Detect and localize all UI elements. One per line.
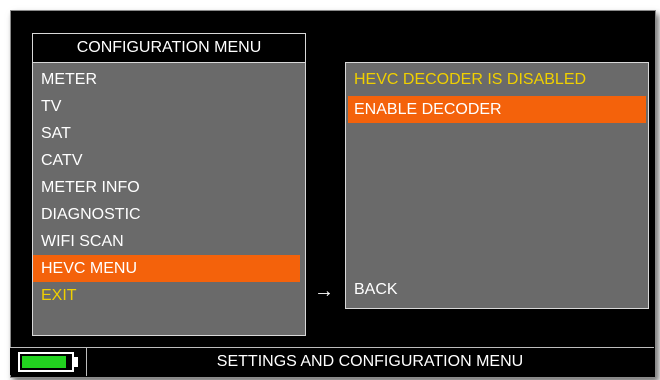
menu-title: CONFIGURATION MENU: [33, 34, 305, 63]
menu-item-exit[interactable]: EXIT: [33, 282, 305, 309]
menu-item-meter-info[interactable]: METER INFO: [33, 174, 305, 201]
status-bar: SETTINGS AND CONFIGURATION MENU: [10, 347, 654, 376]
battery-tip: [74, 357, 78, 367]
menu-item-wifi-scan[interactable]: WIFI SCAN: [33, 228, 305, 255]
menu-list: METER TV SAT CATV METER INFO DIAGNOSTIC …: [33, 66, 305, 309]
hevc-panel: HEVC DECODER IS DISABLED ENABLE DECODER …: [345, 62, 649, 309]
hevc-status-text: HEVC DECODER IS DISABLED: [354, 71, 587, 88]
status-bar-text: SETTINGS AND CONFIGURATION MENU: [216, 353, 524, 370]
configuration-menu: CONFIGURATION MENU METER TV SAT CATV MET…: [32, 33, 306, 336]
menu-item-sat[interactable]: SAT: [33, 120, 305, 147]
battery-icon: [18, 352, 74, 372]
menu-item-tv[interactable]: TV: [33, 93, 305, 120]
menu-item-diagnostic[interactable]: DIAGNOSTIC: [33, 201, 305, 228]
back-button[interactable]: BACK: [354, 280, 398, 300]
battery-level-fill: [22, 356, 66, 368]
menu-item-meter[interactable]: METER: [33, 66, 305, 93]
menu-item-hevc-menu[interactable]: HEVC MENU: [33, 255, 300, 282]
arrow-right-icon: →: [314, 280, 334, 302]
menu-item-catv[interactable]: CATV: [33, 147, 305, 174]
enable-decoder-button[interactable]: ENABLE DECODER: [348, 96, 646, 123]
